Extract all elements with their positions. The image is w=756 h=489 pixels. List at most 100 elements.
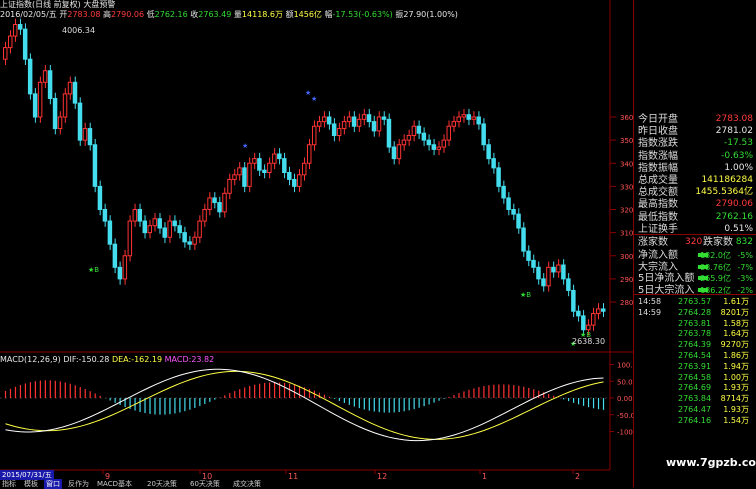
candle-body xyxy=(147,225,153,234)
price-tick-label: 3400 xyxy=(620,160,633,168)
price-tick-label: 3100 xyxy=(620,230,633,238)
candle-body xyxy=(601,308,606,312)
candle-body xyxy=(192,236,197,245)
candle-body xyxy=(132,209,138,222)
candle-body xyxy=(182,232,187,243)
bottom-tab[interactable]: 窗口 xyxy=(44,479,62,489)
price-tick-label: 3600 xyxy=(620,114,633,122)
candle-body xyxy=(396,144,402,160)
stat-value: 1.00% xyxy=(724,162,753,173)
low-annotation: 2638.30 xyxy=(572,337,606,346)
macd-tick-label: -50.0 xyxy=(617,412,633,420)
stat-label: 今日开盘 xyxy=(638,114,678,125)
candle-body xyxy=(581,315,586,331)
stat-value: -17.53 xyxy=(723,138,753,149)
candle-body xyxy=(586,324,591,331)
up-count: 320 xyxy=(685,237,703,247)
candle-body xyxy=(57,116,63,130)
down-label: 跌家数 xyxy=(703,237,733,248)
candle-body xyxy=(356,118,362,127)
candle-body xyxy=(92,144,98,187)
candle-body xyxy=(272,153,277,164)
candle-body xyxy=(222,192,227,213)
bottom-tab[interactable]: 模板 xyxy=(22,479,40,489)
stat-row: 昨日收盘 2781.02 xyxy=(638,125,753,138)
candle-body xyxy=(157,218,162,229)
candle-body xyxy=(551,266,556,273)
candle-body xyxy=(341,121,347,130)
candle-body xyxy=(112,243,118,268)
bottom-tab[interactable]: 指标 xyxy=(0,479,18,489)
candle-body xyxy=(481,123,486,146)
stat-value: -0.63% xyxy=(721,150,753,161)
stat-label: 总成交额 xyxy=(638,187,678,199)
candle-body xyxy=(257,158,262,171)
tick-price: 2764.16 xyxy=(678,415,712,425)
candle-body xyxy=(237,167,242,176)
stat-value: 2790.06 xyxy=(715,199,753,210)
candle-body xyxy=(461,114,466,118)
low-label: 低 xyxy=(146,10,155,19)
candle-body xyxy=(197,220,202,238)
stat-value: 141186284 xyxy=(701,175,753,185)
sell-signal: ★ xyxy=(242,142,248,150)
candle-body xyxy=(3,47,8,60)
candle-body xyxy=(406,135,412,141)
candle-body xyxy=(247,162,252,187)
dea-value: -162.19 xyxy=(131,355,163,364)
candle-body xyxy=(521,227,526,252)
dif-label: DIF: xyxy=(63,355,79,364)
candle-body xyxy=(232,174,237,180)
watermark: www.7gpzb.com xyxy=(666,456,756,469)
down-count: 832 xyxy=(735,237,753,247)
macd-header: MACD(12,26,9) DIF:-150.28 DEA:-162.19 MA… xyxy=(0,355,214,364)
kline-chart[interactable]: 3600 3500 3400 3300 3200 3100 3000 2900 2800 100… xyxy=(0,0,633,487)
candle-body xyxy=(531,259,536,268)
candle-body xyxy=(287,172,292,180)
candle-body xyxy=(297,174,302,187)
candle-body xyxy=(202,209,207,222)
chart-title: 上证指数(日线 前复权) 大盘预警 xyxy=(0,0,116,9)
bottom-tab[interactable]: 成交决策 xyxy=(231,479,263,489)
candle-body xyxy=(501,185,506,199)
candle-body xyxy=(47,70,53,99)
open-value: 2783.08 xyxy=(67,10,101,19)
candle-body xyxy=(137,209,143,222)
macd-tick-label: 50.0 xyxy=(617,378,633,386)
candle-body xyxy=(536,266,541,280)
candle-body xyxy=(52,98,58,130)
amplitude-value: 27.90(1.00%) xyxy=(403,10,458,19)
candle-body xyxy=(351,116,357,127)
candle-body xyxy=(42,70,48,83)
candle-body xyxy=(27,58,33,95)
candle-body xyxy=(292,178,297,187)
price-tick-label: 3200 xyxy=(620,207,633,215)
candle-body xyxy=(242,167,247,187)
tick-volume: 1.54万 xyxy=(723,415,749,425)
price-axis: 3600 3500 3400 3300 3200 3100 3000 2900 2800 xyxy=(610,114,633,307)
buy-signal: ★B xyxy=(88,266,99,274)
stat-row: 今日开盘 2783.08 xyxy=(638,113,753,126)
candle-body xyxy=(152,218,157,227)
price-tick-labels xyxy=(638,2,753,112)
macd-tick-label: 0.00 xyxy=(617,395,633,403)
candle-body xyxy=(511,209,516,215)
bottom-tab[interactable]: MACD基本 xyxy=(95,479,134,489)
candle-body xyxy=(421,132,427,141)
low-value: 2762.16 xyxy=(154,10,188,19)
stat-label: 指数涨幅 xyxy=(638,150,678,162)
candle-body xyxy=(227,178,232,194)
candle-body xyxy=(456,116,461,123)
candle-body xyxy=(282,158,287,173)
candle-body xyxy=(486,144,491,160)
bottom-tab[interactable]: 反作为 xyxy=(66,479,91,489)
candle-body xyxy=(117,266,123,280)
candle-body xyxy=(262,169,267,173)
candle-body xyxy=(207,197,212,210)
candle-body xyxy=(277,153,282,160)
dea-label: DEA: xyxy=(111,355,132,364)
price-tick-label: 3300 xyxy=(620,183,633,191)
bottom-tab[interactable]: 20天决策 xyxy=(145,479,179,489)
candle-body xyxy=(302,162,307,176)
bottom-tab[interactable]: 60天决策 xyxy=(188,479,222,489)
